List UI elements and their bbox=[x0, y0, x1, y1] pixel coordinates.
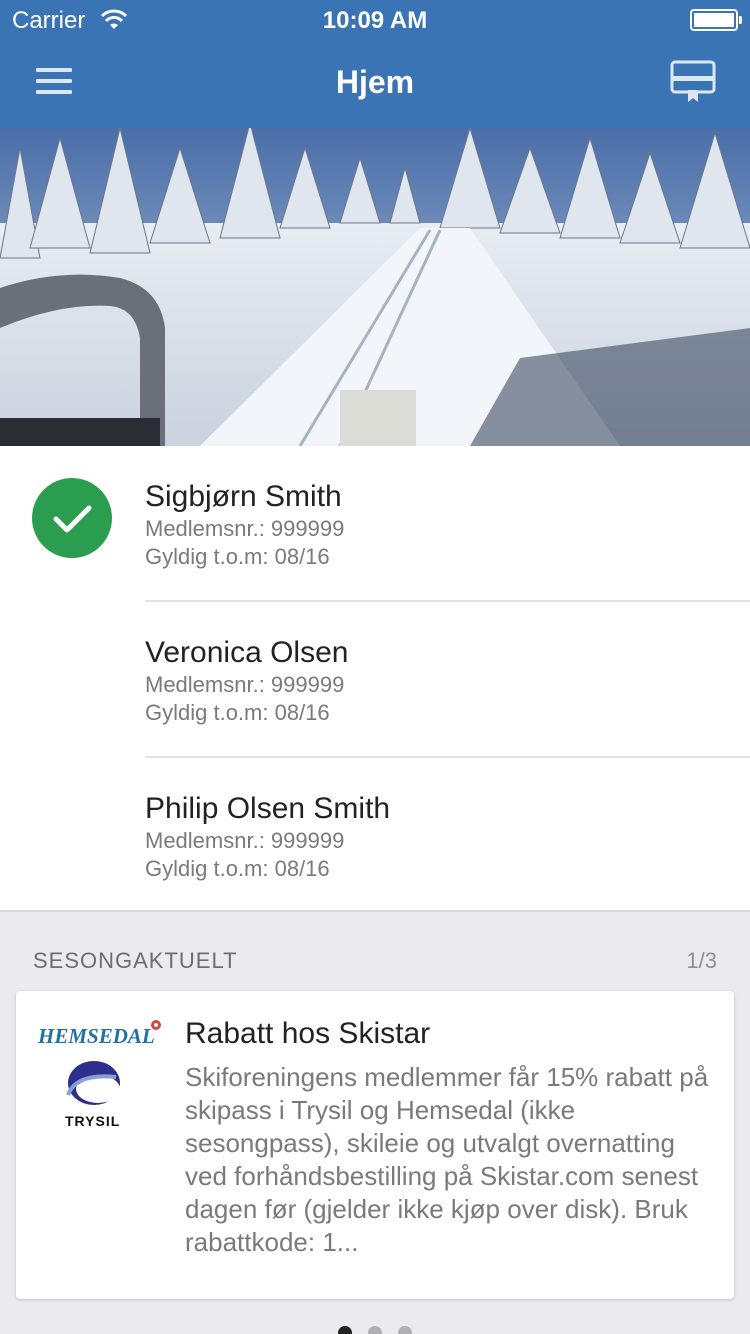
page-dot-active[interactable] bbox=[338, 1326, 352, 1334]
status-bar: Carrier 10:09 AM bbox=[0, 0, 750, 40]
skistar-logo: HEMSEDAL TRYSIL bbox=[37, 1020, 161, 1129]
member-valid-until: Gyldig t.o.m: 08/16 bbox=[145, 700, 330, 725]
member-name: Sigbjørn Smith bbox=[145, 480, 342, 513]
member-row[interactable]: Sigbjørn Smith Medlemsnr.: 999999 Gyldig… bbox=[0, 446, 750, 602]
clock: 10:09 AM bbox=[322, 7, 428, 34]
promo-card[interactable]: HEMSEDAL TRYSIL Rabatt hos Skistar Skifo… bbox=[16, 991, 734, 1299]
page-dot[interactable] bbox=[368, 1326, 382, 1334]
checkmark-icon bbox=[32, 478, 112, 558]
promo-body: Skiforeningens medlemmer får 15% rabatt … bbox=[185, 1062, 709, 1257]
page-title: Hjem bbox=[335, 64, 415, 100]
member-name: Philip Olsen Smith bbox=[145, 792, 391, 825]
hero-image bbox=[0, 128, 750, 446]
battery-icon bbox=[690, 9, 742, 31]
page-dot[interactable] bbox=[398, 1326, 412, 1334]
pagination-dots bbox=[0, 1326, 750, 1334]
nav-bar: Hjem bbox=[0, 40, 750, 128]
member-number: Medlemsnr.: 999999 bbox=[145, 672, 345, 697]
member-valid-until: Gyldig t.o.m: 08/16 bbox=[145, 544, 330, 569]
ski-trail-photo bbox=[0, 128, 750, 446]
member-row[interactable]: Veronica Olsen Medlemsnr.: 999999 Gyldig… bbox=[0, 602, 750, 758]
logo-text-trysil: TRYSIL bbox=[65, 1113, 120, 1129]
page-counter: 1/3 bbox=[686, 948, 717, 973]
member-list: Sigbjørn Smith Medlemsnr.: 999999 Gyldig… bbox=[0, 446, 750, 912]
member-number: Medlemsnr.: 999999 bbox=[145, 828, 345, 853]
member-valid-until: Gyldig t.o.m: 08/16 bbox=[145, 856, 330, 881]
member-name: Veronica Olsen bbox=[145, 636, 349, 669]
section-header: SESONGAKTUELT bbox=[33, 948, 238, 973]
member-row[interactable]: Philip Olsen Smith Medlemsnr.: 999999 Gy… bbox=[0, 758, 750, 914]
membership-card-icon[interactable] bbox=[670, 60, 716, 104]
promo-title: Rabatt hos Skistar bbox=[185, 1017, 431, 1050]
member-number: Medlemsnr.: 999999 bbox=[145, 516, 345, 541]
logo-text-hemsedal: HEMSEDAL bbox=[37, 1024, 155, 1048]
